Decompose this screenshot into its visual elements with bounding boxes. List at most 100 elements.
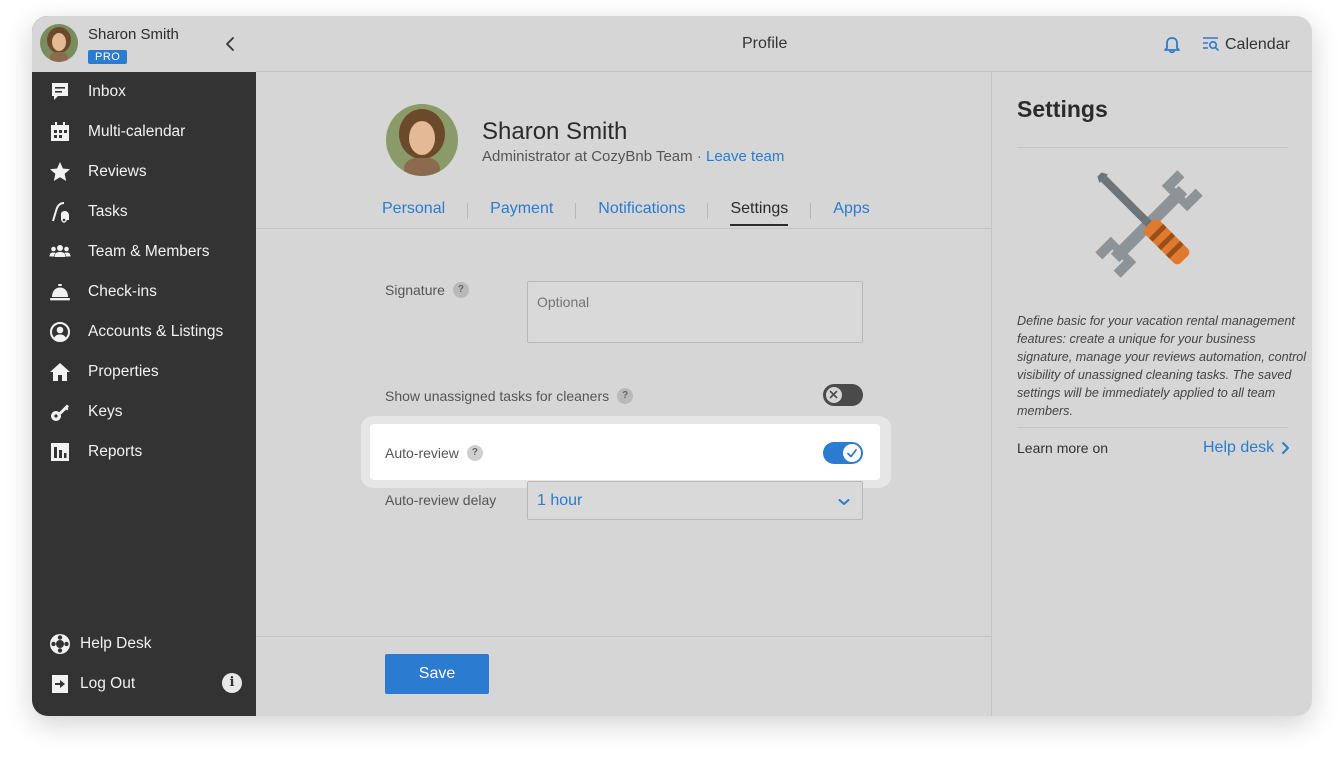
inbox-icon [49, 81, 71, 103]
auto-review-toggle[interactable] [823, 442, 863, 464]
sidebar-item-label: Team & Members [88, 243, 210, 260]
user-circle-icon [49, 321, 71, 343]
vacuum-icon [49, 201, 71, 223]
tab-settings[interactable]: Settings [730, 200, 789, 226]
sidebar-item-label: Reports [88, 443, 143, 460]
help-desk-label: Help Desk [80, 635, 152, 652]
sidebar-user[interactable]: Sharon Smith PRO [32, 16, 256, 72]
calendar-search-icon [1202, 34, 1220, 57]
panel-divider [1017, 147, 1288, 148]
tab-divider [707, 203, 709, 219]
calendar-grid-icon [49, 121, 71, 143]
sidebar-item-label: Properties [88, 363, 159, 380]
panel-divider [1017, 427, 1288, 428]
app-window: Sharon Smith PRO Inbox Multi-calendar Re… [32, 16, 1312, 716]
role-separator: · [692, 148, 706, 165]
log-out-button[interactable]: Log Out i [32, 664, 256, 704]
panel-title: Settings [1017, 96, 1108, 122]
sidebar-item-check-ins[interactable]: Check-ins [32, 272, 256, 312]
sidebar-item-label: Tasks [88, 203, 128, 220]
sidebar-item-label: Inbox [88, 83, 126, 100]
info-icon[interactable]: i [222, 673, 242, 693]
help-icon[interactable]: ? [617, 388, 634, 404]
signature-label-text: Signature [385, 282, 445, 298]
help-desk-button[interactable]: Help Desk [32, 624, 256, 664]
profile-tabs: Personal Payment Notifications Settings … [382, 200, 870, 230]
bar-chart-icon [49, 441, 71, 463]
help-desk-link-label: Help desk [1203, 439, 1275, 456]
log-out-label: Log Out [80, 675, 136, 692]
sidebar-item-label: Multi-calendar [88, 123, 186, 140]
profile-name: Sharon Smith [482, 118, 628, 145]
service-bell-icon [49, 281, 71, 303]
auto-review-label-text: Auto-review [385, 445, 459, 461]
tab-divider [575, 203, 577, 219]
role-text: Administrator at CozyBnb Team [482, 148, 693, 165]
star-icon [49, 161, 71, 183]
panel-description: Define basic for your vacation rental ma… [1017, 314, 1307, 418]
collapse-sidebar-icon[interactable] [220, 34, 240, 54]
sidebar-item-keys[interactable]: Keys [32, 392, 256, 432]
chevron-down-icon [836, 494, 852, 510]
sidebar-item-label: Check-ins [88, 283, 157, 300]
calendar-label: Calendar [1225, 36, 1290, 53]
logout-icon [49, 673, 71, 695]
sidebar-item-team-members[interactable]: Team & Members [32, 232, 256, 272]
auto-review-label: Auto-review ? [385, 445, 483, 461]
unassigned-tasks-toggle[interactable] [823, 384, 863, 406]
signature-field[interactable] [527, 281, 863, 343]
tab-divider [467, 203, 469, 219]
tab-personal[interactable]: Personal [382, 200, 445, 224]
tab-notifications[interactable]: Notifications [598, 200, 685, 224]
tab-payment[interactable]: Payment [490, 200, 553, 224]
save-button[interactable]: Save [385, 654, 489, 694]
pro-badge: PRO [88, 50, 128, 64]
profile-role: Administrator at CozyBnb Team · Leave te… [482, 148, 784, 165]
settings-info-panel: Settings Define basic for your vacation … [993, 72, 1312, 716]
top-bar: Profile Calendar [256, 16, 1312, 72]
help-icon[interactable]: ? [452, 282, 469, 298]
sidebar-item-inbox[interactable]: Inbox [32, 72, 256, 112]
user-name: Sharon Smith [88, 26, 179, 43]
help-desk-link[interactable]: Help desk [1203, 439, 1290, 457]
learn-more-text: Learn more on [1017, 440, 1109, 456]
sidebar: Sharon Smith PRO Inbox Multi-calendar Re… [32, 16, 256, 716]
select-value: 1 hour [537, 492, 583, 509]
auto-review-delay-label-text: Auto-review delay [385, 492, 497, 508]
sidebar-item-reviews[interactable]: Reviews [32, 152, 256, 192]
tabs-divider [256, 228, 992, 229]
sidebar-item-label: Reviews [88, 163, 147, 180]
footer-divider [256, 636, 992, 637]
toggle-knob [825, 386, 843, 404]
avatar [40, 24, 78, 62]
home-icon [49, 361, 71, 383]
key-icon [49, 401, 71, 423]
sidebar-nav: Inbox Multi-calendar Reviews Tasks Team … [32, 72, 256, 472]
page-title: Profile [742, 35, 788, 52]
bell-icon[interactable] [1162, 34, 1182, 54]
tools-icon [1079, 154, 1219, 294]
auto-review-delay-select[interactable]: 1 hour [527, 481, 863, 520]
profile-main: Sharon Smith Administrator at CozyBnb Te… [256, 72, 992, 716]
help-icon[interactable]: ? [466, 445, 483, 461]
profile-avatar [386, 104, 458, 176]
sidebar-item-multi-calendar[interactable]: Multi-calendar [32, 112, 256, 152]
sidebar-item-accounts-listings[interactable]: Accounts & Listings [32, 312, 256, 352]
sidebar-item-properties[interactable]: Properties [32, 352, 256, 392]
tab-divider [810, 203, 812, 219]
lifebuoy-icon [49, 633, 71, 655]
tab-apps[interactable]: Apps [833, 200, 869, 224]
calendar-button[interactable]: Calendar [1202, 34, 1290, 56]
leave-team-link[interactable]: Leave team [706, 148, 784, 165]
unassigned-tasks-label-text: Show unassigned tasks for cleaners [385, 388, 610, 404]
sidebar-item-reports[interactable]: Reports [32, 432, 256, 472]
team-icon [49, 241, 71, 263]
auto-review-delay-label: Auto-review delay [385, 492, 496, 508]
sidebar-item-label: Accounts & Listings [88, 323, 224, 340]
sidebar-item-tasks[interactable]: Tasks [32, 192, 256, 232]
chevron-right-icon [1280, 441, 1290, 455]
unassigned-tasks-label: Show unassigned tasks for cleaners ? [385, 388, 634, 404]
toggle-knob [843, 444, 861, 462]
signature-label: Signature ? [385, 282, 469, 298]
sidebar-item-label: Keys [88, 403, 123, 420]
